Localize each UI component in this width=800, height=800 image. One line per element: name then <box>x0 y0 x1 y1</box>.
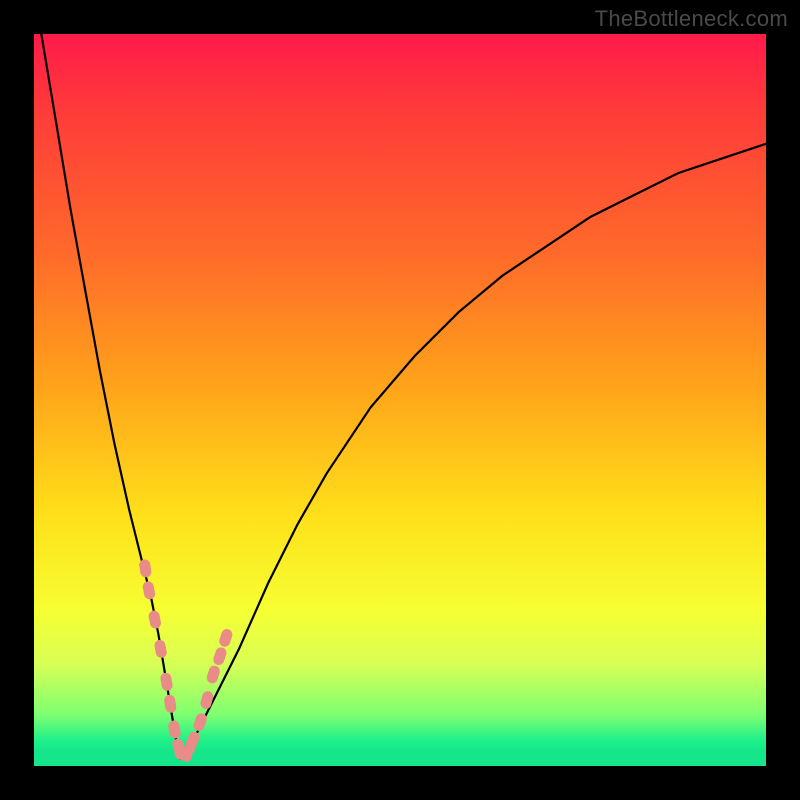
chart-frame: TheBottleneck.com <box>0 0 800 800</box>
curve-layer <box>34 34 766 766</box>
data-marker <box>142 580 156 600</box>
data-marker <box>199 690 214 710</box>
data-marker <box>154 639 168 659</box>
data-marker <box>148 610 162 630</box>
marker-group <box>138 559 233 764</box>
data-marker <box>212 646 228 667</box>
right-branch-curve <box>180 144 766 759</box>
plot-area <box>34 34 766 766</box>
data-marker <box>218 628 234 648</box>
data-marker <box>167 719 181 739</box>
data-marker <box>163 694 177 714</box>
data-marker <box>138 559 152 579</box>
data-marker <box>160 672 174 692</box>
data-marker <box>205 664 221 684</box>
branding-watermark: TheBottleneck.com <box>595 6 788 32</box>
